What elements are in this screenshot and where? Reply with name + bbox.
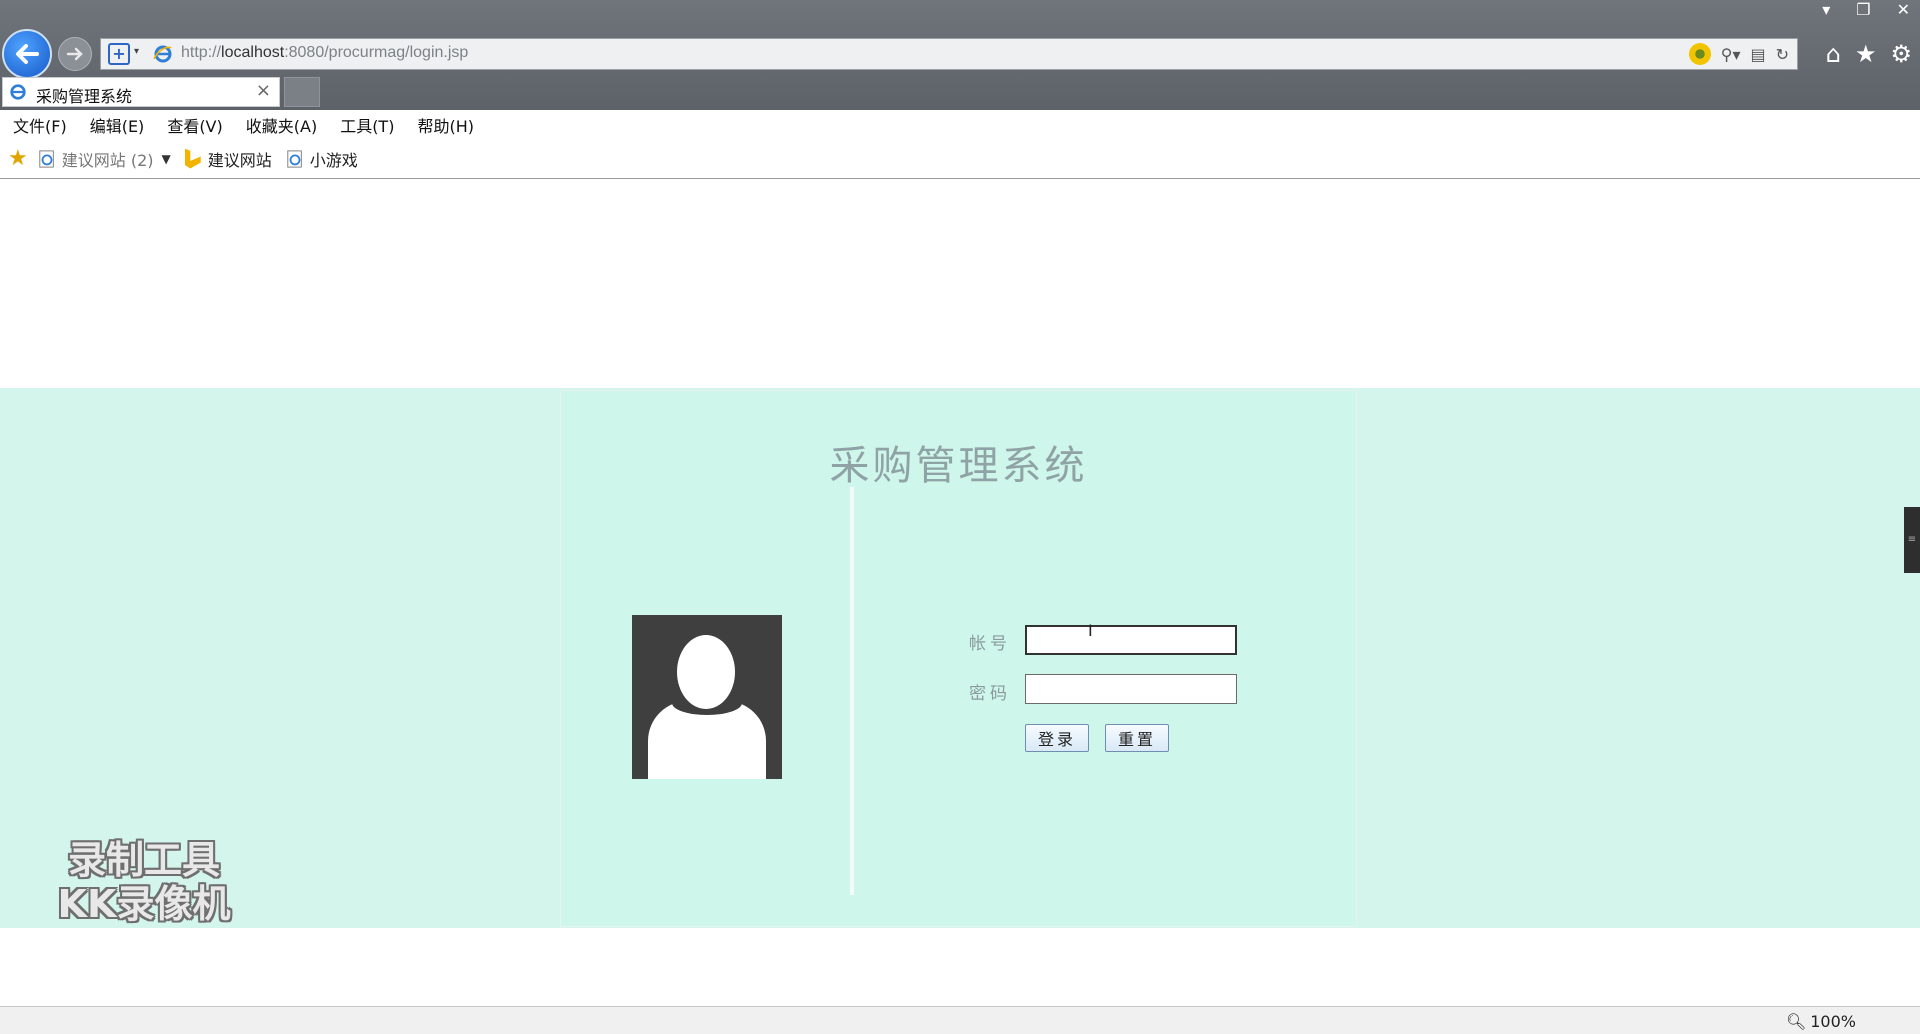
forward-button[interactable] [58,37,92,71]
side-panel-handle[interactable]: ≡ [1904,507,1920,573]
compatibility-view-icon[interactable] [1688,43,1711,65]
watermark-line-2: KK录像机 [57,882,231,926]
password-input[interactable] [1025,674,1237,704]
recorder-watermark: 录制工具 KK录像机 [44,838,244,926]
menu-view[interactable]: 查看(V) [167,113,222,137]
url-host: localhost [221,44,285,61]
fav-suggested-sites[interactable]: 建议网站 [184,147,272,171]
home-icon[interactable]: ⌂ [1826,40,1841,68]
text-cursor-icon: I [1088,621,1093,640]
new-tab-button[interactable] [284,77,320,107]
ie-tab-icon [10,84,26,100]
add-favorite-star-icon[interactable]: ★ [8,146,28,171]
bing-icon [184,148,201,169]
menu-help[interactable]: 帮助(H) [417,113,474,137]
favorites-star-icon[interactable]: ★ [1855,40,1877,68]
tab-title: 采购管理系统 [36,87,133,106]
avatar-user-icon [632,615,782,779]
favorites-bar: ★ 建议网站 (2) ▼ 建议网站 小游戏 [0,139,1920,179]
tab-procurement[interactable]: 采购管理系统 × [2,77,280,107]
chevron-down-icon: ▼ [161,151,171,166]
menu-edit[interactable]: 编辑(E) [90,113,145,137]
watermark-line-1: 录制工具 [67,838,220,882]
avatar-head [677,635,735,709]
fav-games[interactable]: 小游戏 [286,147,358,171]
ie-page-icon [153,45,172,63]
back-arrow-icon [16,44,39,64]
menu-favorites[interactable]: 收藏夹(A) [246,113,317,137]
password-label: 密码 [969,684,1011,704]
url-path: :8080/procurmag/login.jsp [284,44,469,61]
back-button[interactable] [2,29,52,79]
page-title: 采购管理系统 [829,443,1088,489]
url-prefix: http:// [181,44,222,61]
account-input[interactable] [1025,625,1237,655]
ie-page-icon [39,149,54,168]
restore-icon[interactable]: ❐ [1856,0,1870,19]
address-bar-actions: ⚲▾ ▤ ↻ [1688,43,1789,65]
menu-tools[interactable]: 工具(T) [340,113,394,137]
zoom-magnifier-icon: 🔍︎ [1785,1012,1807,1031]
fav-suggested-sites-label: 建议网站 (2) [61,150,154,170]
window-controls: ▾ ❐ ✕ [1822,0,1910,19]
tab-close-icon[interactable]: × [256,80,271,101]
vertical-divider [850,487,854,895]
search-icon[interactable]: ⚲▾ [1721,45,1741,64]
ie-page-icon [287,149,302,168]
url-text[interactable]: http://localhost:8080/procurmag/login.js… [181,44,468,62]
forward-arrow-icon [66,47,83,61]
reset-button[interactable]: 重置 [1105,724,1169,752]
close-window-icon[interactable]: ✕ [1897,0,1910,19]
browser-titlebar: ▾ ❐ ✕ + ▾ http://localhost:8080/procurma… [0,0,1920,110]
zoom-control[interactable]: 🔍︎ 100% [1786,1012,1856,1031]
browser-toolbar-icons: ⌂ ★ ⚙ [1826,40,1912,68]
zoom-level: 100% [1810,1012,1856,1031]
minimize-icon[interactable]: ▾ [1822,0,1830,19]
login-panel: 采购管理系统 帐号 I 密码 登录 重置 [560,390,1357,927]
refresh-icon[interactable]: ↻ [1776,45,1789,64]
fav-suggested-sites-text: 建议网站 [207,150,272,170]
compat-page-icon[interactable]: ▤ [1750,45,1765,64]
gear-icon[interactable]: ⚙ [1890,40,1912,68]
status-bar: 🔍︎ 100% [0,1006,1920,1034]
fav-games-label: 小游戏 [309,150,358,170]
menu-file[interactable]: 文件(F) [13,113,67,137]
fav-suggested-sites-dropdown[interactable]: 建议网站 (2) ▼ [38,147,171,171]
login-button[interactable]: 登录 [1025,724,1089,752]
chevron-down-icon[interactable]: ▾ [134,46,139,57]
security-shield-icon[interactable]: + [108,43,130,65]
address-bar[interactable]: + ▾ http://localhost:8080/procurmag/logi… [100,38,1798,70]
menu-bar: 文件(F) 编辑(E) 查看(V) 收藏夹(A) 工具(T) 帮助(H) [0,110,1920,139]
account-label: 帐号 [969,634,1011,654]
